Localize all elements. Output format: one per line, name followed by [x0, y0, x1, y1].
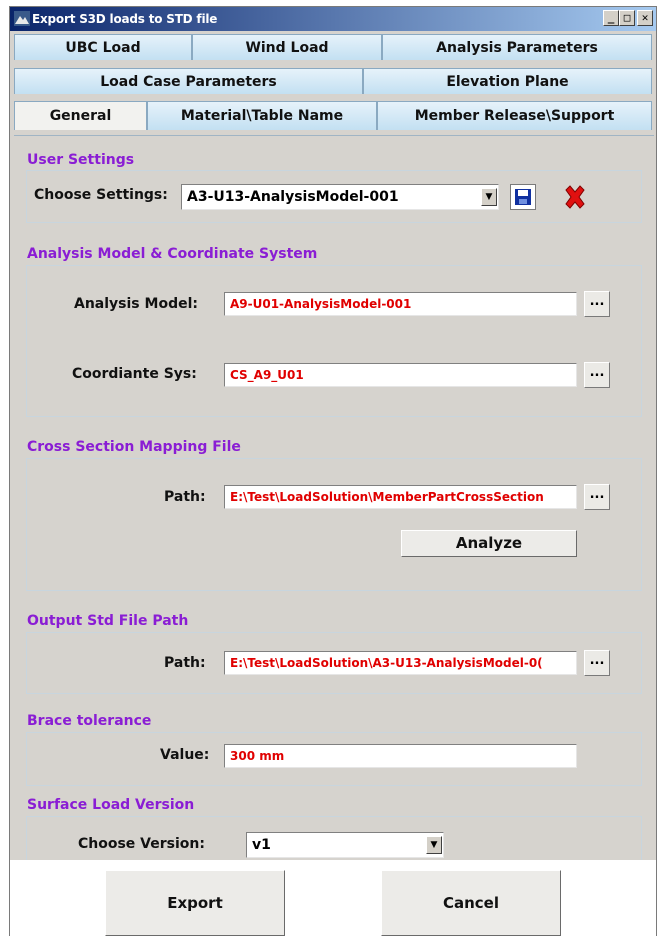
- save-settings-button[interactable]: [510, 184, 536, 210]
- close-button[interactable]: ✕: [637, 10, 653, 26]
- output-path-field[interactable]: E:\Test\LoadSolution\A3-U13-AnalysisMode…: [224, 651, 577, 675]
- analysis-model-browse-button[interactable]: ...: [584, 291, 610, 317]
- tab-member-release-support[interactable]: Member Release\Support: [377, 101, 652, 130]
- output-path-label: Path:: [164, 655, 206, 671]
- export-dialog: Export S3D loads to STD file _ □ ✕ UBC L…: [9, 6, 657, 936]
- cross-section-path-field[interactable]: E:\Test\LoadSolution\MemberPartCrossSect…: [224, 485, 577, 509]
- tab-material-table-name[interactable]: Material\Table Name: [147, 101, 377, 130]
- tab-load-case-parameters[interactable]: Load Case Parameters: [14, 68, 363, 94]
- brace-value-label: Value:: [160, 747, 210, 763]
- analysis-model-label: Analysis Model:: [74, 296, 198, 312]
- analyze-button[interactable]: Analyze: [401, 530, 577, 557]
- general-panel: User Settings Choose Settings: A3-U13-An…: [14, 135, 654, 861]
- cross-section-browse-button[interactable]: ...: [584, 484, 610, 510]
- cross-section-group: [26, 458, 642, 591]
- settings-select[interactable]: A3-U13-AnalysisModel-001: [181, 184, 499, 210]
- output-path-browse-button[interactable]: ...: [584, 650, 610, 676]
- brace-tolerance-title: Brace tolerance: [27, 713, 152, 729]
- coordinate-sys-label: Coordiante Sys:: [72, 366, 197, 382]
- cross-section-title: Cross Section Mapping File: [27, 439, 241, 455]
- analysis-model-group: [26, 265, 642, 417]
- choose-version-label: Choose Version:: [78, 836, 205, 852]
- chevron-down-icon[interactable]: ▼: [426, 836, 442, 854]
- delete-icon: [565, 185, 585, 209]
- surface-load-title: Surface Load Version: [27, 797, 195, 813]
- analysis-model-title: Analysis Model & Coordinate System: [27, 246, 318, 262]
- tab-elevation-plane[interactable]: Elevation Plane: [363, 68, 652, 94]
- maximize-button[interactable]: □: [619, 10, 635, 26]
- footer: Export Cancel: [10, 860, 656, 936]
- tab-general[interactable]: General: [14, 101, 147, 130]
- choose-settings-label: Choose Settings:: [34, 187, 168, 203]
- brace-value-field[interactable]: 300 mm: [224, 744, 577, 768]
- analysis-model-field[interactable]: A9-U01-AnalysisModel-001: [224, 292, 577, 316]
- delete-settings-button[interactable]: [562, 184, 588, 210]
- app-icon: [14, 11, 30, 26]
- user-settings-title: User Settings: [27, 152, 135, 168]
- minimize-button[interactable]: _: [603, 10, 619, 26]
- chevron-down-icon[interactable]: ▼: [481, 188, 497, 206]
- window-title: Export S3D loads to STD file: [32, 12, 218, 26]
- version-select[interactable]: v1: [246, 832, 444, 858]
- coordinate-sys-field[interactable]: CS_A9_U01: [224, 363, 577, 387]
- tab-analysis-parameters[interactable]: Analysis Parameters: [382, 34, 652, 60]
- output-path-title: Output Std File Path: [27, 613, 189, 629]
- title-bar[interactable]: Export S3D loads to STD file _ □ ✕: [10, 7, 656, 31]
- coordinate-sys-browse-button[interactable]: ...: [584, 362, 610, 388]
- export-button[interactable]: Export: [105, 870, 285, 936]
- cancel-button[interactable]: Cancel: [381, 870, 561, 936]
- cross-section-path-label: Path:: [164, 489, 206, 505]
- tab-ubc-load[interactable]: UBC Load: [14, 34, 192, 60]
- save-icon: [515, 189, 531, 205]
- tab-wind-load[interactable]: Wind Load: [192, 34, 382, 60]
